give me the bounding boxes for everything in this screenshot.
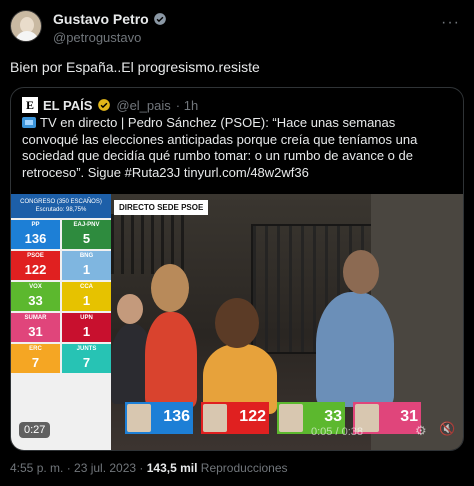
party-tile-bng: BNG 1 xyxy=(62,251,111,280)
quote-time: · 1h xyxy=(175,97,199,113)
result-card: 31 xyxy=(353,402,421,434)
tweet-text: Bien por España..El progresismo.resiste xyxy=(10,59,260,75)
gear-icon[interactable]: ⚙ xyxy=(415,423,427,439)
quote-source-handle: @el_pais xyxy=(116,97,171,113)
party-tile-vox: VOX 33 xyxy=(11,282,60,311)
avatar[interactable] xyxy=(10,10,42,42)
scoreboard-title: CONGRESO (350 ESCAÑOS) Escrutado: 98,75% xyxy=(11,194,111,218)
author-name[interactable]: Gustavo Petro xyxy=(53,11,149,27)
result-seats: 136 xyxy=(163,408,190,425)
candidate-photo xyxy=(279,404,303,432)
scoreboard-subheading: Escrutado: 98,75% xyxy=(35,207,87,213)
video-progress: 0:05 / 0:38 xyxy=(311,426,363,438)
result-seats: 122 xyxy=(239,408,266,425)
video-player[interactable]: CONGRESO (350 ESCAÑOS) Escrutado: 98,75%… xyxy=(11,194,463,450)
party-seats: 1 xyxy=(82,262,91,277)
views-label: Reproducciones xyxy=(200,461,288,475)
mute-icon[interactable]: 🔇 xyxy=(439,421,455,437)
results-bar: 136 122 33 31 xyxy=(111,402,463,436)
party-seats: 7 xyxy=(82,355,91,370)
scoreboard-heading: CONGRESO (350 ESCAÑOS) xyxy=(20,199,102,205)
tweet-header: Gustavo Petro @petrogustavo ··· xyxy=(10,10,464,46)
result-seats: 33 xyxy=(324,408,342,425)
party-label: JUNTS xyxy=(76,346,97,352)
party-label: BNG xyxy=(79,253,94,259)
quote-source-name: EL PAÍS xyxy=(43,97,93,113)
party-label: CCA xyxy=(80,284,93,290)
video-elapsed: 0:27 xyxy=(19,422,51,438)
verified-badge-icon xyxy=(153,13,166,25)
party-seats: 31 xyxy=(28,324,43,339)
tweet-footer: 4:55 p. m. · 23 jul. 2023 · 143,5 mil Re… xyxy=(10,461,288,475)
party-label: EAJ-PNV xyxy=(73,222,100,228)
more-options-icon[interactable]: ··· xyxy=(441,14,460,32)
tweet-datetime[interactable]: 4:55 p. m. · 23 jul. 2023 · xyxy=(10,461,143,475)
views-count: 143,5 mil xyxy=(146,461,198,475)
party-seats: 122 xyxy=(24,262,47,277)
party-seats: 5 xyxy=(82,231,91,246)
party-seats: 136 xyxy=(24,231,47,246)
el-pais-logo-icon: E xyxy=(22,97,38,113)
quoted-tweet[interactable]: E EL PAÍS @el_pais · 1h TV en directo | … xyxy=(10,87,464,451)
author-handle[interactable]: @petrogustavo xyxy=(53,30,141,45)
party-seats: 7 xyxy=(31,355,40,370)
party-seats: 1 xyxy=(82,324,91,339)
party-label: SUMAR xyxy=(24,315,47,321)
party-label: ERC xyxy=(29,346,42,352)
party-tile-psoe: PSOE 122 xyxy=(11,251,60,280)
party-label: PP xyxy=(31,222,40,228)
railing xyxy=(111,214,191,274)
party-tile-upn: UPN 1 xyxy=(62,313,111,342)
tv-icon xyxy=(22,117,36,128)
quote-text: TV en directo | Pedro Sánchez (PSOE): “H… xyxy=(22,115,454,181)
gold-verified-icon xyxy=(98,99,111,111)
party-tile-erc: ERC 7 xyxy=(11,344,60,373)
candidate-photo xyxy=(127,404,151,432)
scoreboard: CONGRESO (350 ESCAÑOS) Escrutado: 98,75%… xyxy=(11,194,111,450)
party-label: VOX xyxy=(29,284,42,290)
party-label: UPN xyxy=(80,315,93,321)
live-label: DIRECTO SEDE PSOE xyxy=(114,200,209,215)
result-card: 136 xyxy=(125,402,193,434)
party-tile-junts: JUNTS 7 xyxy=(62,344,111,373)
candidate-photo xyxy=(203,404,227,432)
party-label: PSOE xyxy=(27,253,44,259)
party-tile-sumar: SUMAR 31 xyxy=(11,313,60,342)
result-card: 122 xyxy=(201,402,269,434)
party-seats: 33 xyxy=(28,293,43,308)
party-tile-cca: CCA 1 xyxy=(62,282,111,311)
quote-body: TV en directo | Pedro Sánchez (PSOE): “H… xyxy=(22,115,418,180)
party-tile-eaj-pnv: EAJ-PNV 5 xyxy=(62,220,111,249)
party-seats: 1 xyxy=(82,293,91,308)
party-tile-pp: PP 136 xyxy=(11,220,60,249)
